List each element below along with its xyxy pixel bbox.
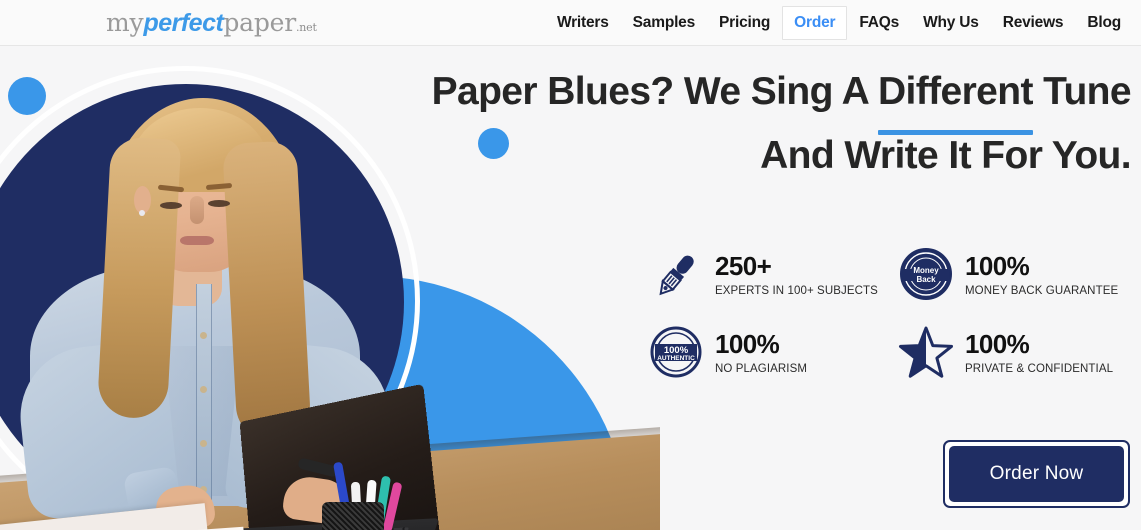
nav-item-blog[interactable]: Blog xyxy=(1075,6,1133,40)
headline-text-after: Tune xyxy=(1032,70,1131,113)
main-navigation: Writers Samples Pricing Order FAQs Why U… xyxy=(545,0,1133,46)
logo-part-net: .net xyxy=(295,21,317,34)
shirt-button xyxy=(200,332,207,339)
order-now-button[interactable]: Order Now xyxy=(949,446,1124,502)
nav-item-samples[interactable]: Samples xyxy=(621,6,707,40)
shirt-placket xyxy=(196,284,212,506)
stat-money-back: Money Back 100% MONEY BACK GUARANTEE xyxy=(898,246,1128,302)
svg-text:AUTHENTIC: AUTHENTIC xyxy=(657,355,695,362)
authentic-badge-icon: 100% AUTHENTIC xyxy=(648,324,704,380)
eye-left xyxy=(160,202,182,209)
nav-item-reviews[interactable]: Reviews xyxy=(991,6,1076,40)
stat-money-back-text: 100% MONEY BACK GUARANTEE xyxy=(965,251,1118,297)
stat-private: 100% PRIVATE & CONFIDENTIAL xyxy=(898,324,1128,380)
logo-part-paper: paper xyxy=(223,8,296,37)
pen-cup xyxy=(322,502,384,530)
mouth xyxy=(180,236,214,245)
eye-right xyxy=(208,200,230,207)
stat-no-plagiarism: 100% AUTHENTIC 100% NO PLAGIARISM xyxy=(648,324,898,380)
headline-emphasis-different: Different xyxy=(877,60,1033,135)
svg-text:Money: Money xyxy=(913,266,939,275)
money-back-badge-icon: Money Back xyxy=(898,246,954,302)
nav-item-faqs[interactable]: FAQs xyxy=(847,6,911,40)
logo-part-my: my xyxy=(106,8,144,37)
stat-private-text: 100% PRIVATE & CONFIDENTIAL xyxy=(965,329,1113,375)
order-now-focus-ring: Order Now xyxy=(943,440,1130,508)
shirt-button xyxy=(200,386,207,393)
site-header: myperfectpaper.net Writers Samples Prici… xyxy=(0,0,1141,46)
blue-dot-decoration-center xyxy=(478,128,509,159)
nav-item-why-us[interactable]: Why Us xyxy=(911,6,991,40)
nose xyxy=(190,196,204,224)
nav-item-writers[interactable]: Writers xyxy=(545,6,621,40)
earring xyxy=(139,210,145,216)
stat-no-plagiarism-label: NO PLAGIARISM xyxy=(715,363,808,375)
headline-line-1: Paper Blues? We Sing A Different Tune xyxy=(431,70,1132,135)
hair-right-strand xyxy=(222,140,312,444)
star-icon xyxy=(898,324,954,380)
stat-experts-value: 250+ xyxy=(715,251,772,281)
page-root: myperfectpaper.net Writers Samples Prici… xyxy=(0,0,1141,530)
site-logo[interactable]: myperfectpaper.net xyxy=(106,9,317,42)
stat-private-value: 100% xyxy=(965,329,1030,359)
hair-left-strand xyxy=(96,136,182,420)
svg-text:Back: Back xyxy=(916,275,936,284)
stat-money-back-value: 100% xyxy=(965,251,1030,281)
stat-experts-text: 250+ EXPERTS IN 100+ SUBJECTS xyxy=(715,251,878,297)
headline-text-before: Paper Blues? We Sing A xyxy=(431,70,878,113)
stat-private-label: PRIVATE & CONFIDENTIAL xyxy=(965,363,1114,375)
stat-no-plagiarism-text: 100% NO PLAGIARISM xyxy=(715,329,807,375)
nav-item-order[interactable]: Order xyxy=(782,6,848,40)
stat-experts-label: EXPERTS IN 100+ SUBJECTS xyxy=(715,285,878,297)
stat-no-plagiarism-value: 100% xyxy=(715,329,780,359)
nav-item-pricing[interactable]: Pricing xyxy=(707,6,782,40)
fountain-pen-icon xyxy=(648,246,704,302)
hero-headline: Paper Blues? We Sing A Different Tune An… xyxy=(421,60,1132,188)
trust-stats-grid: 250+ EXPERTS IN 100+ SUBJECTS Money Back… xyxy=(648,246,1128,380)
stat-experts: 250+ EXPERTS IN 100+ SUBJECTS xyxy=(648,246,898,302)
shirt-button xyxy=(200,440,207,447)
logo-part-perfect: perfect xyxy=(143,9,224,37)
stat-money-back-label: MONEY BACK GUARANTEE xyxy=(965,285,1119,297)
